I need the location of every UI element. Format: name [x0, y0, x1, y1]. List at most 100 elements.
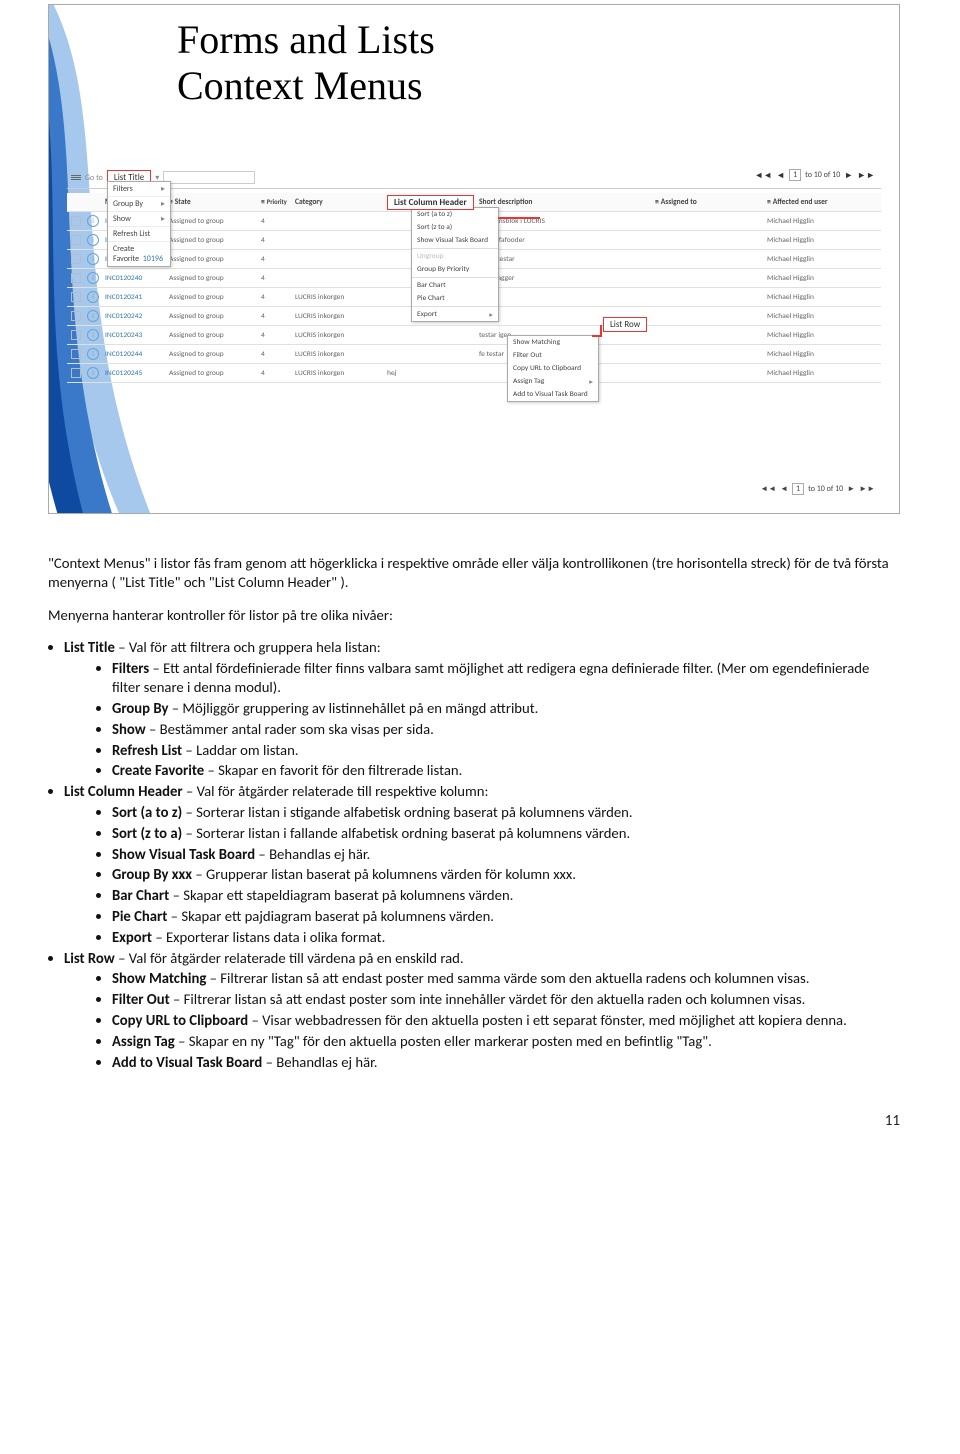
cell-affected-user: Michael Higglin — [767, 312, 877, 321]
cell-number[interactable]: INC0120245 — [105, 369, 167, 378]
col-sza: Sort (z to a) – Sorterar listan i fallan… — [112, 824, 900, 843]
col-state[interactable]: ≡State — [169, 198, 259, 207]
bullet-list-row: List Row – Val för åtgärder relaterade t… — [64, 949, 900, 1072]
cell-state: Assigned to group — [169, 312, 259, 321]
ctx-export[interactable]: Export▸ — [412, 308, 498, 321]
cell-number[interactable]: INC0120241 — [105, 293, 167, 302]
info-icon[interactable]: i — [87, 310, 99, 322]
ctx-sort-za[interactable]: Sort (z to a) — [412, 221, 498, 234]
lt-refresh: Refresh List – Laddar om listan. — [112, 741, 900, 760]
cell-state: Assigned to group — [169, 293, 259, 302]
hamburger-icon[interactable] — [71, 174, 81, 181]
ctx-item-show[interactable]: Show▸ — [108, 212, 170, 227]
prev-page-icon[interactable]: ◄ — [780, 484, 788, 494]
info-icon[interactable]: i — [87, 253, 99, 265]
table-row[interactable]: iINC0120244Assigned to group4LUCRIS inko… — [67, 345, 881, 364]
row-checkbox[interactable] — [71, 273, 81, 283]
col-pie: Pie Chart – Skapar ett pajdiagram basera… — [112, 907, 900, 926]
ctx-bar-chart[interactable]: Bar Chart — [412, 279, 498, 292]
first-page-icon[interactable]: ◄◄ — [754, 170, 772, 181]
context-menu-row[interactable]: Show Matching Filter Out Copy URL to Cli… — [507, 335, 599, 402]
cell-affected-user: Michael Higglin — [767, 331, 877, 340]
bullet-col-header: List Column Header – Val för åtgärder re… — [64, 782, 900, 947]
search-input[interactable] — [163, 171, 255, 184]
callout-list-row: List Row — [603, 317, 647, 332]
row-checkbox[interactable] — [71, 311, 81, 321]
ctx-item-create-favorite[interactable]: Create Favorite 10196 — [108, 242, 170, 266]
page-number-box[interactable]: 1 — [789, 169, 801, 181]
col-asggroup[interactable]: List Column Header — [387, 195, 477, 210]
ctx-add-vtb[interactable]: Add to Visual Task Board — [508, 388, 598, 401]
context-menu-list-title[interactable]: Filters▸ Group By▸ Show▸ Refresh List Cr… — [107, 181, 171, 267]
table-row[interactable]: iINC0120243Assigned to group4LUCRIS inko… — [67, 326, 881, 345]
ctx-item-refresh-list[interactable]: Refresh List — [108, 227, 170, 242]
ctx-sort-az[interactable]: Sort (a to z) — [412, 208, 498, 221]
ctx-filter-out[interactable]: Filter Out — [508, 349, 598, 362]
row-checkbox[interactable] — [71, 330, 81, 340]
row-checkbox[interactable] — [71, 235, 81, 245]
col-category[interactable]: Category — [295, 198, 385, 207]
cell-priority: 4 — [261, 331, 293, 340]
info-icon[interactable]: i — [87, 215, 99, 227]
info-icon[interactable]: i — [87, 272, 99, 284]
row-checkbox[interactable] — [71, 349, 81, 359]
cell-number[interactable]: INC0120243 — [105, 331, 167, 340]
ctx-pie-chart[interactable]: Pie Chart — [412, 292, 498, 305]
info-icon[interactable]: i — [87, 234, 99, 246]
first-page-icon[interactable]: ◄◄ — [760, 484, 776, 494]
last-page-icon[interactable]: ►► — [859, 484, 875, 494]
cell-priority: 4 — [261, 369, 293, 378]
context-menu-column-header[interactable]: Sort (a to z) Sort (z to a) Show Visual … — [411, 207, 499, 322]
row-checkbox[interactable] — [71, 292, 81, 302]
cell-category: LUCRIS inkorgen — [295, 293, 385, 302]
col-exp: Export – Exporterar listans data i olika… — [112, 928, 900, 947]
row-checkbox[interactable] — [71, 368, 81, 378]
cell-state: Assigned to group — [169, 255, 259, 264]
ctx-show-matching[interactable]: Show Matching — [508, 336, 598, 349]
prev-page-icon[interactable]: ◄ — [776, 170, 785, 181]
next-page-icon[interactable]: ► — [847, 484, 855, 494]
cell-state: Assigned to group — [169, 217, 259, 226]
col-affected[interactable]: ≡Affected end user — [767, 198, 877, 207]
col-priority[interactable]: ≡Priority — [261, 198, 293, 207]
cell-number[interactable]: INC0120240 — [105, 274, 167, 283]
cell-asg-group: hej — [387, 369, 477, 378]
cell-state: Assigned to group — [169, 369, 259, 378]
ctx-ungroup[interactable]: Ungroup — [412, 250, 498, 263]
cell-priority: 4 — [261, 350, 293, 359]
cell-number[interactable]: INC0120242 — [105, 312, 167, 321]
row-checkbox[interactable] — [71, 254, 81, 264]
ctx-item-group-by[interactable]: Group By▸ — [108, 197, 170, 212]
slide-screenshot: Forms and Lists Context Menus Go to List… — [48, 4, 900, 514]
info-icon[interactable]: i — [87, 348, 99, 360]
bottom-pager: ◄◄ ◄ 1 to 10 of 10 ► ►► — [760, 483, 875, 495]
ctx-copy-url[interactable]: Copy URL to Clipboard — [508, 362, 598, 375]
col-saz: Sort (a to z) – Sorterar listan i stigan… — [112, 803, 900, 822]
info-icon[interactable]: i — [87, 329, 99, 341]
table-row[interactable]: i INC0120245Assigned to group4LUCRIS inko… — [67, 364, 881, 383]
page-number-box[interactable]: 1 — [792, 483, 804, 495]
info-icon[interactable]: i — [87, 291, 99, 303]
cell-category: LUCRIS inkorgen — [295, 331, 385, 340]
info-icon[interactable]: i — [87, 367, 99, 379]
para-2: Menyerna hanterar kontroller för listor … — [48, 606, 900, 625]
goto-label: Go to — [85, 173, 103, 183]
ctx-show-vtb[interactable]: Show Visual Task Board — [412, 234, 498, 247]
ctx-assign-tag[interactable]: Assign Tag▸ — [508, 375, 598, 388]
col-svtb: Show Visual Task Board – Behandlas ej hä… — [112, 845, 900, 864]
bullet-list-title: List Title – Val för att filtrera och gr… — [64, 638, 900, 780]
ctx-item-filters[interactable]: Filters▸ — [108, 182, 170, 197]
col-bar: Bar Chart – Skapar ett stapeldiagram bas… — [112, 886, 900, 905]
col-shortdesc[interactable]: Short description — [479, 198, 653, 207]
next-page-icon[interactable]: ► — [844, 170, 853, 181]
cell-affected-user: Michael Higglin — [767, 274, 877, 283]
cell-affected-user: Michael Higglin — [767, 369, 877, 378]
cell-number[interactable]: INC0120244 — [105, 350, 167, 359]
last-page-icon[interactable]: ►► — [857, 170, 875, 181]
cell-affected-user: Michael Higglin — [767, 217, 877, 226]
ctx-group-by-priority[interactable]: Group By Priority — [412, 263, 498, 276]
row-checkbox[interactable] — [71, 216, 81, 226]
cell-category: LUCRIS inkorgen — [295, 369, 385, 378]
col-assigned[interactable]: ≡Assigned to — [655, 198, 765, 207]
slide-title-line2: Context Menus — [177, 63, 423, 108]
